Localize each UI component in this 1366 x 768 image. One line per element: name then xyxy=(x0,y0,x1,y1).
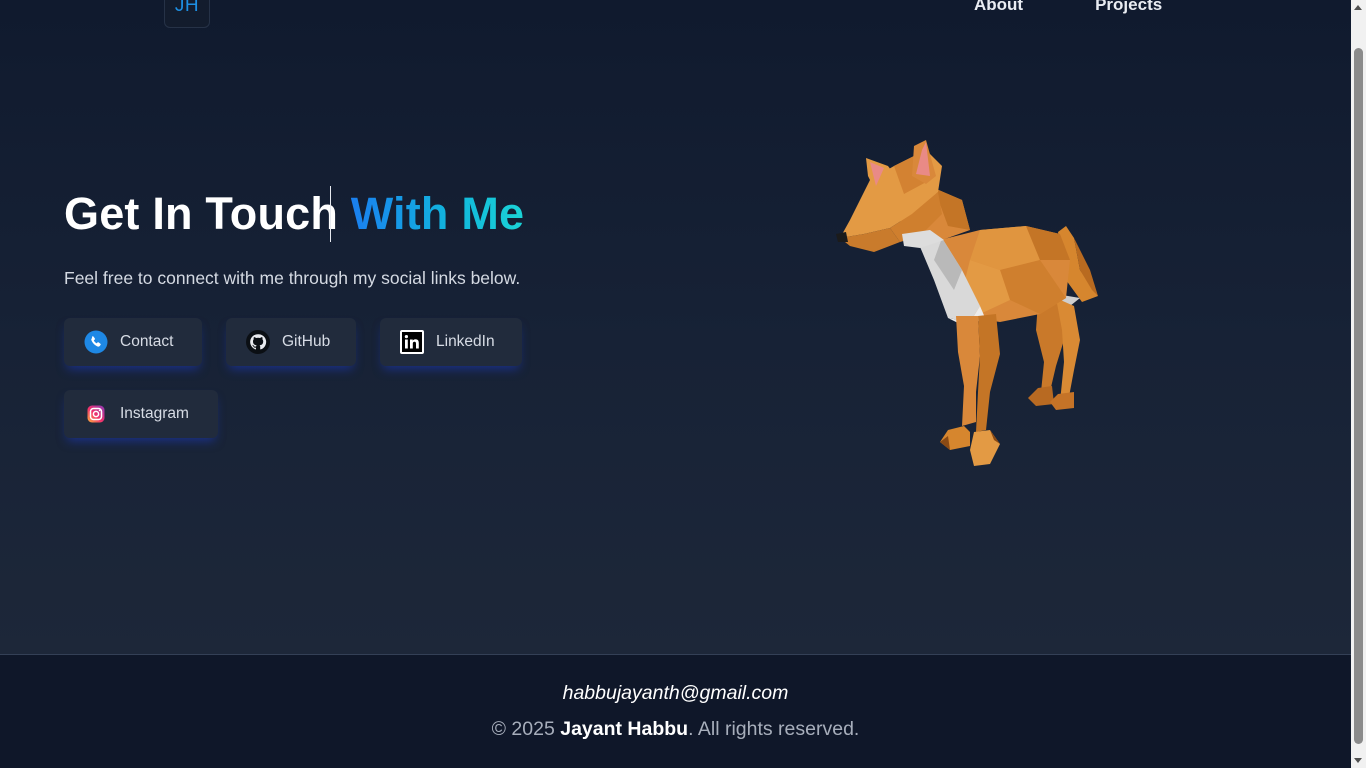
linkedin-icon xyxy=(400,330,424,354)
scroll-up-arrow-icon[interactable] xyxy=(1354,5,1362,10)
vertical-scrollbar[interactable] xyxy=(1351,0,1366,768)
copyright-suffix: . All rights reserved. xyxy=(688,718,860,740)
hero-title-accent: With Me xyxy=(350,188,525,239)
logo[interactable]: JH xyxy=(164,0,210,28)
github-label: GitHub xyxy=(282,333,331,350)
contact-button[interactable]: Contact xyxy=(64,318,202,366)
linkedin-button[interactable]: LinkedIn xyxy=(380,318,522,366)
hero-title: Get In Touch With Me xyxy=(64,188,524,240)
page: JH About Projects Get In Touch With Me F… xyxy=(0,0,1351,768)
github-icon xyxy=(246,330,270,354)
copyright-prefix: © 2025 xyxy=(491,718,561,740)
footer-copyright: © 2025 Jayant Habbu. All rights reserved… xyxy=(0,718,1351,741)
hero-title-plain: Get In Touch xyxy=(64,188,351,239)
linkedin-label: LinkedIn xyxy=(436,333,495,350)
scroll-down-arrow-icon[interactable] xyxy=(1354,758,1362,763)
instagram-label: Instagram xyxy=(120,405,189,422)
footer: habbujayanth@gmail.com © 2025 Jayant Hab… xyxy=(0,654,1351,768)
scroll-thumb[interactable] xyxy=(1354,48,1363,744)
nav-about-link[interactable]: About xyxy=(974,0,1023,15)
footer-email-link[interactable]: habbujayanth@gmail.com xyxy=(0,682,1351,705)
fox-3d-model[interactable] xyxy=(830,130,1110,480)
hero-subtitle: Feel free to connect with me through my … xyxy=(64,268,521,288)
contact-label: Contact xyxy=(120,333,174,350)
instagram-button[interactable]: Instagram xyxy=(64,390,218,438)
copyright-name: Jayant Habbu xyxy=(560,718,689,740)
instagram-icon xyxy=(84,402,108,426)
nav-projects-link[interactable]: Projects xyxy=(1095,0,1162,15)
github-button[interactable]: GitHub xyxy=(226,318,356,366)
text-cursor xyxy=(330,186,331,242)
phone-icon xyxy=(84,330,108,354)
main-nav: About Projects xyxy=(974,0,1162,15)
logo-text: JH xyxy=(174,0,200,16)
